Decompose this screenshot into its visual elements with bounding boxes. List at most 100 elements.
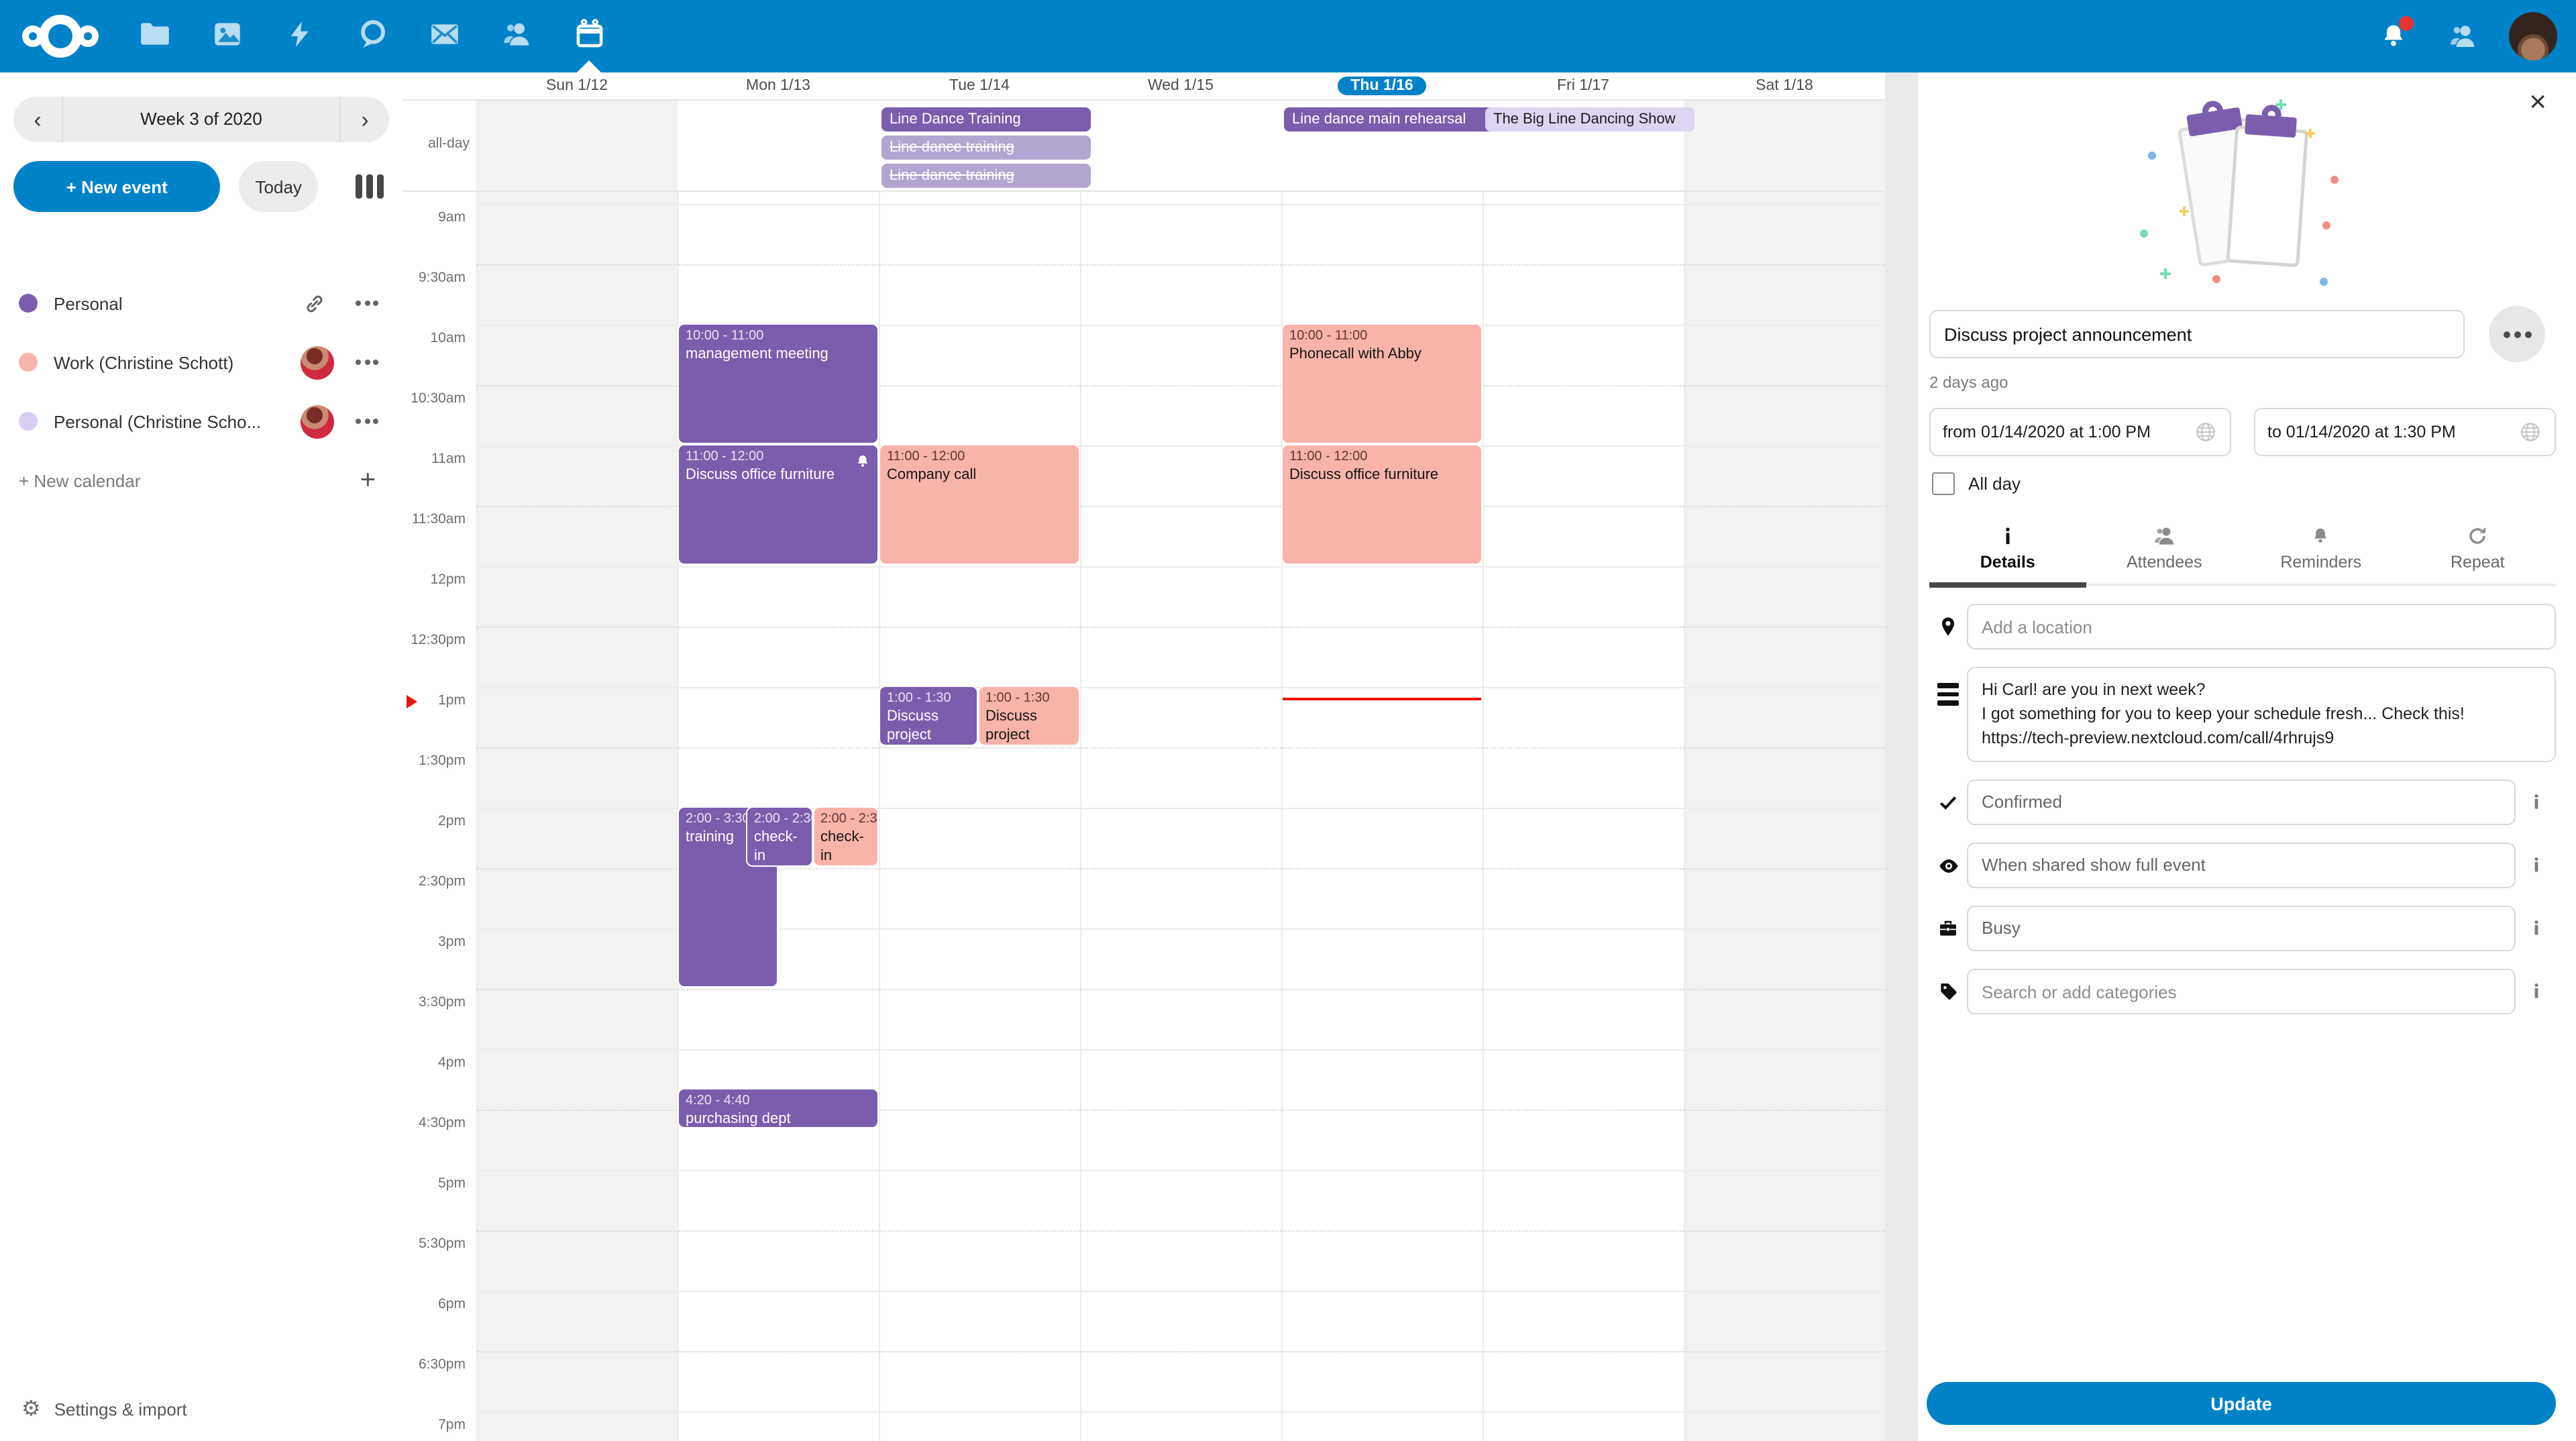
day-header-thu[interactable]: Thu 1/16 bbox=[1281, 72, 1483, 99]
settings-import-button[interactable]: ⚙ Settings & import bbox=[0, 1377, 209, 1441]
calendar-week-view: Sun 1/12Mon 1/13Tue 1/14Wed 1/15 Thu 1/16… bbox=[402, 72, 1917, 1441]
day-header-sat[interactable]: Sat 1/18 bbox=[1684, 72, 1885, 99]
last-modified-text: 2 days ago bbox=[1929, 373, 2556, 392]
calendar-event[interactable]: 4:20 - 4:40purchasing dept bbox=[679, 1089, 877, 1127]
event-actions-menu-button[interactable] bbox=[2489, 306, 2545, 362]
close-icon[interactable]: × bbox=[2521, 86, 2555, 118]
info-icon[interactable] bbox=[2516, 969, 2556, 1000]
day-column-fri[interactable] bbox=[1483, 192, 1685, 1441]
calendar-more-menu[interactable] bbox=[350, 413, 384, 429]
all-day-checkbox[interactable]: All day bbox=[1932, 472, 2556, 495]
app-photos[interactable] bbox=[191, 0, 263, 72]
app-navigation bbox=[118, 0, 625, 72]
day-column-sat[interactable] bbox=[1684, 192, 1885, 1441]
calendar-event[interactable]: 1:00 - 1:30Discuss project announcement bbox=[880, 687, 976, 745]
update-button[interactable]: Update bbox=[1927, 1382, 2556, 1425]
current-time-line bbox=[1283, 697, 1481, 700]
day-header-wed[interactable]: Wed 1/15 bbox=[1080, 72, 1281, 99]
new-calendar-row[interactable]: + New calendar + bbox=[0, 451, 402, 510]
time-label: 5pm bbox=[402, 1175, 466, 1191]
calendar-event[interactable]: 2:00 - 2:30check-in bbox=[747, 808, 811, 865]
notifications-button[interactable] bbox=[2369, 12, 2418, 60]
calendar-icon bbox=[572, 17, 606, 55]
talk-bubble-icon bbox=[355, 17, 388, 55]
categories-input[interactable] bbox=[1967, 969, 2516, 1015]
tab-attendees[interactable]: Attendees bbox=[2086, 519, 2243, 584]
calendar-event[interactable]: 10:00 - 11:00Phonecall with Abby bbox=[1283, 325, 1481, 443]
next-week-button[interactable]: › bbox=[341, 97, 389, 142]
allday-event[interactable]: Line dance training bbox=[881, 136, 1091, 160]
calendar-list-item[interactable]: Work (Christine Schott) bbox=[0, 333, 402, 392]
day-header-fri[interactable]: Fri 1/17 bbox=[1483, 72, 1684, 99]
day-column-tue[interactable] bbox=[879, 192, 1081, 1441]
nextcloud-logo[interactable] bbox=[21, 12, 99, 67]
location-pin-icon bbox=[1929, 604, 1967, 637]
day-column-wed[interactable] bbox=[1080, 192, 1283, 1441]
description-lines-icon bbox=[1929, 667, 1967, 705]
app-files[interactable] bbox=[118, 0, 191, 72]
time-grid[interactable]: 9am9:30am10am10:30am11am11:30am12pm12:30… bbox=[402, 192, 1885, 1441]
info-icon[interactable] bbox=[2516, 780, 2556, 811]
time-label: 6pm bbox=[402, 1296, 466, 1312]
time-label: 3:30pm bbox=[402, 994, 466, 1010]
visibility-select[interactable]: When shared show full event bbox=[1967, 843, 2516, 889]
contacts-icon bbox=[500, 17, 533, 55]
app-contacts[interactable] bbox=[480, 0, 553, 72]
allday-event[interactable]: Line Dance Training bbox=[881, 107, 1091, 131]
time-label: 10am bbox=[402, 330, 466, 346]
new-calendar-plus-icon[interactable]: + bbox=[352, 466, 384, 495]
share-link-icon[interactable] bbox=[298, 286, 331, 320]
calendar-event[interactable]: 10:00 - 11:00management meeting bbox=[679, 325, 877, 443]
nextcloud-calendar-app: ‹ Week 3 of 2020 › + New event Today Per… bbox=[0, 0, 2576, 1441]
app-mail[interactable] bbox=[408, 0, 480, 72]
today-button[interactable]: Today bbox=[239, 161, 318, 212]
day-header-mon[interactable]: Mon 1/13 bbox=[678, 72, 879, 99]
location-input[interactable] bbox=[1967, 604, 2556, 649]
timezone-globe-icon[interactable] bbox=[2194, 420, 2218, 444]
info-icon[interactable] bbox=[2516, 843, 2556, 874]
day-column-sun[interactable] bbox=[476, 192, 679, 1441]
allday-event[interactable]: The Big Line Dancing Show bbox=[1485, 107, 1695, 131]
contacts-menu-button[interactable] bbox=[2439, 12, 2487, 60]
timezone-globe-icon[interactable] bbox=[2518, 420, 2542, 444]
calendar-event[interactable]: 11:00 - 12:00Discuss office furniture bbox=[679, 445, 877, 564]
time-label: 3pm bbox=[402, 934, 466, 950]
tab-reminders[interactable]: Reminders bbox=[2243, 519, 2400, 584]
allday-event[interactable]: Line dance main rehearsal bbox=[1284, 107, 1493, 131]
calendar-list-item[interactable]: Personal bbox=[0, 274, 402, 333]
calendar-scrollbar[interactable] bbox=[1885, 72, 1917, 1441]
checkbox-icon[interactable] bbox=[1932, 472, 1955, 495]
freebusy-select[interactable]: Busy bbox=[1967, 906, 2516, 952]
repeat-icon bbox=[2400, 525, 2557, 547]
eye-icon bbox=[1929, 843, 1967, 878]
calendar-event[interactable]: 1:00 - 1:30Discuss project bbox=[979, 687, 1079, 745]
calendar-event[interactable]: 2:00 - 2:30check-in bbox=[814, 808, 877, 865]
event-title-input[interactable] bbox=[1929, 310, 2465, 358]
photos-icon bbox=[210, 17, 244, 55]
info-icon bbox=[1929, 525, 2086, 547]
info-icon[interactable] bbox=[2516, 906, 2556, 937]
start-date-input[interactable]: from 01/14/2020 at 1:00 PM bbox=[1929, 408, 2231, 456]
view-toggle-button[interactable] bbox=[350, 169, 389, 204]
day-header-sun[interactable]: Sun 1/12 bbox=[476, 72, 678, 99]
calendar-list-item[interactable]: Personal (Christine Scho... bbox=[0, 392, 402, 451]
description-textarea[interactable]: Hi Carl! are you in next week? I got som… bbox=[1967, 667, 2556, 763]
calendar-event[interactable]: 11:00 - 12:00Company call bbox=[880, 445, 1079, 564]
today-pill: Thu 1/16 bbox=[1337, 76, 1426, 95]
previous-week-button[interactable]: ‹ bbox=[13, 97, 62, 142]
end-date-input[interactable]: to 01/14/2020 at 1:30 PM bbox=[2254, 408, 2556, 456]
tab-repeat[interactable]: Repeat bbox=[2400, 519, 2557, 584]
allday-event[interactable]: Line dance training bbox=[881, 164, 1091, 188]
app-activity[interactable] bbox=[263, 0, 335, 72]
tab-details[interactable]: Details bbox=[1929, 519, 2086, 584]
allday-row[interactable]: all-day Line Dance TrainingLine dance tr… bbox=[402, 101, 1885, 192]
location-row bbox=[1929, 604, 2556, 649]
calendar-more-menu[interactable] bbox=[350, 354, 384, 370]
app-talk[interactable] bbox=[335, 0, 408, 72]
user-avatar[interactable] bbox=[2509, 12, 2557, 60]
new-event-button[interactable]: + New event bbox=[13, 161, 220, 212]
status-select[interactable]: Confirmed bbox=[1967, 780, 2516, 826]
calendar-more-menu[interactable] bbox=[350, 295, 384, 311]
day-header-tue[interactable]: Tue 1/14 bbox=[879, 72, 1080, 99]
calendar-event[interactable]: 11:00 - 12:00Discuss office furniture bbox=[1283, 445, 1481, 564]
